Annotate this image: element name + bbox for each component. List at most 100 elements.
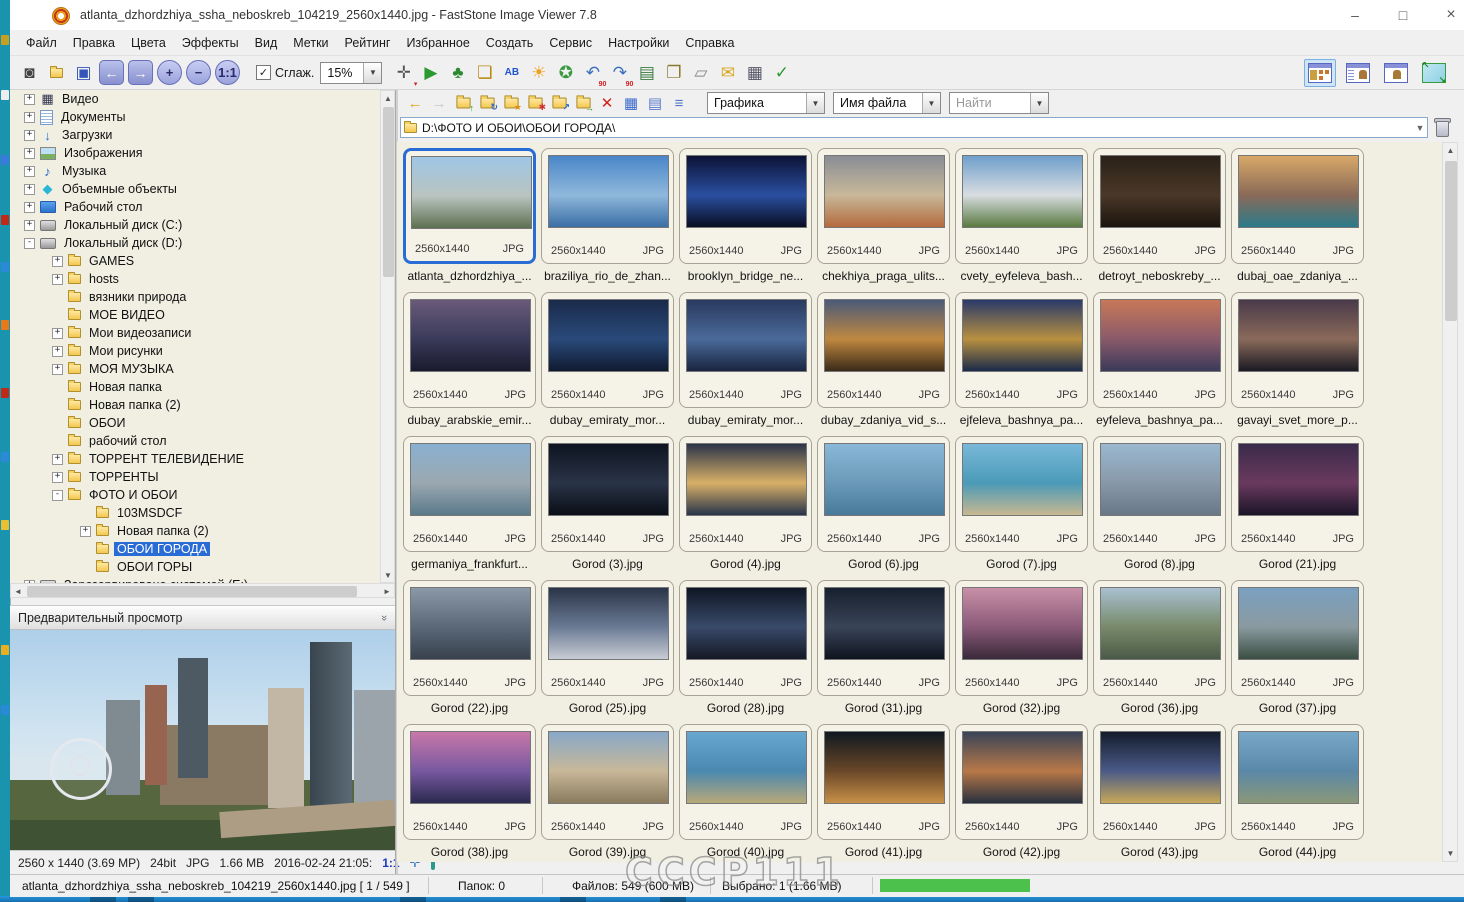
address-dropdown-icon[interactable]: ▼	[1413, 123, 1427, 133]
tree-item-7[interactable]: + Локальный диск (C:)	[10, 216, 380, 234]
thumbnail-card[interactable]: 2560x1440 JPG	[1231, 292, 1364, 408]
tree-expander-icon[interactable]: -	[24, 237, 35, 249]
thumbnail-card[interactable]: 2560x1440 JPG	[1231, 580, 1364, 696]
tree-item-22[interactable]: - ФОТО И ОБОИ	[10, 486, 380, 504]
file-filter-combobox[interactable]: Графика ▼	[707, 92, 825, 114]
file-filter-combobox-dropdown-icon[interactable]: ▼	[806, 93, 824, 113]
thumbnail-card[interactable]: 2560x1440 JPG	[817, 148, 950, 264]
copy-to-icon[interactable]: ↗	[547, 92, 571, 114]
menu-item-3[interactable]: Эффекты	[174, 33, 247, 53]
tree-expander-icon[interactable]: +	[24, 219, 35, 231]
tree-hscrollbar[interactable]: ◄ ►	[10, 583, 395, 598]
menu-item-2[interactable]: Цвета	[123, 33, 174, 53]
tree-item-21[interactable]: + ТОРРЕНТЫ	[10, 468, 380, 486]
up-folder-icon[interactable]: ↑	[451, 92, 475, 114]
copy-move-icon[interactable]: ❐	[660, 59, 687, 87]
tree-expander-icon[interactable]: +	[24, 183, 35, 195]
menu-item-1[interactable]: Правка	[65, 33, 123, 53]
menu-item-7[interactable]: Избранное	[398, 33, 477, 53]
thumbnail-list-view-button[interactable]	[1342, 59, 1374, 87]
tree-scroll-thumb[interactable]	[383, 107, 394, 277]
tree-item-0[interactable]: + ▦ Видео	[10, 90, 380, 108]
thumbnail-card[interactable]: 2560x1440 JPG	[1093, 436, 1226, 552]
tree-item-25[interactable]: ОБОИ ГОРОДА	[10, 540, 380, 558]
rename-icon[interactable]: AB	[498, 59, 525, 87]
close-button[interactable]: ×	[1428, 0, 1464, 30]
address-bar[interactable]: D:\ФОТО И ОБОИ\ОБОИ ГОРОДА\ ▼	[400, 117, 1428, 138]
menu-item-6[interactable]: Рейтинг	[337, 33, 399, 53]
tree-item-24[interactable]: + Новая папка (2)	[10, 522, 380, 540]
find-input[interactable]: Найти ▼	[949, 92, 1049, 114]
maximize-button[interactable]: □	[1380, 0, 1426, 30]
thumbnail-card[interactable]: 2560x1440 JPG	[1231, 724, 1364, 840]
title-bar[interactable]: atlanta_dzhordzhiya_ssha_neboskreb_10421…	[10, 0, 1464, 30]
tree-item-5[interactable]: + ◆ Объемные объекты	[10, 180, 380, 198]
thumbnail-card[interactable]: 2560x1440 JPG	[541, 292, 674, 408]
search-field-combobox-dropdown-icon[interactable]: ▼	[922, 93, 940, 113]
tree-expander-icon[interactable]: +	[24, 201, 35, 213]
screen-capture-icon[interactable]: ◙	[16, 59, 43, 87]
delete-icon[interactable]: ✕	[595, 92, 619, 114]
tree-item-6[interactable]: + Рабочий стол	[10, 198, 380, 216]
grid-scroll-thumb[interactable]	[1445, 161, 1457, 321]
thumbnail-card[interactable]: 2560x1440 JPG	[817, 292, 950, 408]
open-file-icon[interactable]	[43, 59, 70, 87]
tree-expander-icon[interactable]: +	[24, 165, 35, 177]
forward-icon[interactable]: →	[427, 92, 451, 114]
thumbnail-card[interactable]: 2560x1440 JPG	[541, 580, 674, 696]
recycle-bin-icon[interactable]	[1434, 117, 1451, 137]
external-check-icon[interactable]: ✓	[768, 59, 795, 87]
previous-image-icon[interactable]: ←	[99, 60, 124, 85]
print-icon[interactable]: ▦	[741, 59, 768, 87]
tree-item-11[interactable]: вязники природа	[10, 288, 380, 306]
grid-scroll-down-icon[interactable]: ▼	[1444, 847, 1457, 860]
tree-item-2[interactable]: + ↓ Загрузки	[10, 126, 380, 144]
scan-icon[interactable]: ▱	[687, 59, 714, 87]
refresh-icon[interactable]: ↻	[475, 92, 499, 114]
minimize-button[interactable]: –	[1332, 0, 1378, 30]
tree-expander-icon[interactable]: +	[52, 327, 63, 339]
tree-item-8[interactable]: - Локальный диск (D:)	[10, 234, 380, 252]
preview-view-button[interactable]	[1380, 59, 1412, 87]
thumbnail-card[interactable]: 2560x1440 JPG	[955, 148, 1088, 264]
menu-item-11[interactable]: Справка	[677, 33, 742, 53]
thumbnail-card[interactable]: 2560x1440 JPG	[403, 292, 536, 408]
tree-item-26[interactable]: ОБОИ ГОРЫ	[10, 558, 380, 576]
thumbnail-card[interactable]: 2560x1440 JPG	[955, 580, 1088, 696]
browser-view-button[interactable]	[1304, 59, 1336, 87]
thumbnail-card[interactable]: 2560x1440 JPG	[679, 436, 812, 552]
tree-expander-icon[interactable]: +	[24, 111, 35, 123]
tree-item-3[interactable]: + Изображения	[10, 144, 380, 162]
thumbnail-card[interactable]: 2560x1440 JPG	[817, 580, 950, 696]
grid-scroll-up-icon[interactable]: ▲	[1444, 144, 1457, 157]
thumbnail-card[interactable]: 2560x1440 JPG	[1093, 148, 1226, 264]
thumbnail-card[interactable]: 2560x1440 JPG	[679, 724, 812, 840]
favorites-icon[interactable]: ★	[499, 92, 523, 114]
thumbnail-card[interactable]: 2560x1440 JPG	[541, 148, 674, 264]
slideshow-icon[interactable]: ▶	[417, 59, 444, 87]
thumbnail-card[interactable]: 2560x1440 JPG	[1093, 580, 1226, 696]
search-field-combobox[interactable]: Имя файла ▼	[833, 92, 941, 114]
hand-tool-icon[interactable]: ✛ ▾	[390, 59, 418, 88]
tree-expander-icon[interactable]: +	[52, 255, 63, 267]
thumbnail-card[interactable]: 2560x1440 JPG	[817, 436, 950, 552]
tree-expander-icon[interactable]: +	[80, 525, 91, 537]
zoom-dropdown-icon[interactable]: ▼	[363, 62, 382, 83]
tree-item-20[interactable]: + ТОРРЕНТ ТЕЛЕВИДЕНИЕ	[10, 450, 380, 468]
tree-item-10[interactable]: + hosts	[10, 270, 380, 288]
tree-item-13[interactable]: + Мои видеозаписи	[10, 324, 380, 342]
next-image-icon[interactable]: →	[128, 60, 153, 85]
compare-images-icon[interactable]: ▤	[633, 59, 660, 87]
preview-image[interactable]	[10, 630, 395, 850]
actual-size-icon[interactable]: 1:1	[215, 60, 240, 85]
adjust-colors-icon[interactable]: ☀	[525, 59, 552, 87]
tree-vscrollbar[interactable]: ▲ ▼	[380, 90, 395, 583]
thumbnail-card[interactable]: 2560x1440 JPG	[541, 436, 674, 552]
email-icon[interactable]: ✉	[714, 59, 741, 87]
zoom-in-icon[interactable]: +	[157, 60, 182, 85]
tree-item-15[interactable]: + МОЯ МУЗЫКА	[10, 360, 380, 378]
thumbnail-card[interactable]: 2560x1440 JPG	[1231, 148, 1364, 264]
thumbnail-card[interactable]: 2560x1440 JPG	[1093, 724, 1226, 840]
thumbnail-card[interactable]: 2560x1440 JPG	[679, 292, 812, 408]
menu-item-4[interactable]: Вид	[247, 33, 286, 53]
